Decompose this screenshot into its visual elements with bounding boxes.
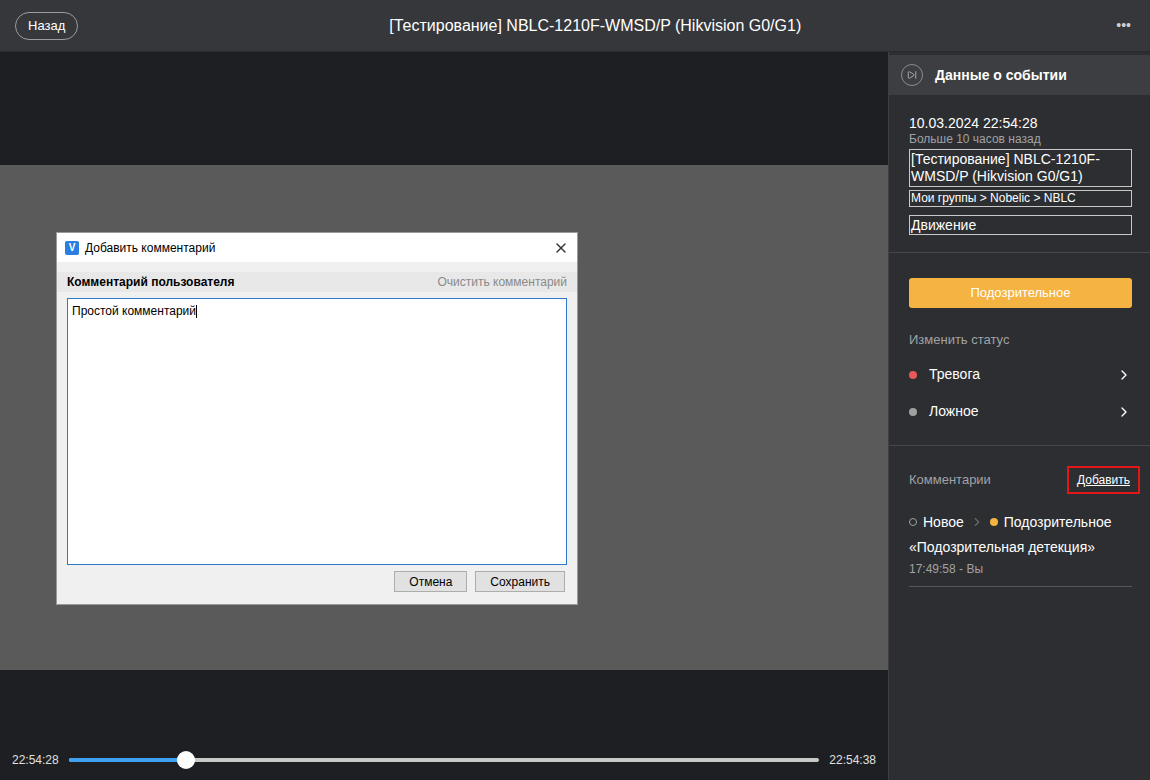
status-dot bbox=[909, 371, 917, 379]
timeline-track[interactable] bbox=[69, 758, 820, 762]
status-option[interactable]: Тревога bbox=[909, 364, 1132, 386]
chevron-icon bbox=[1116, 367, 1132, 383]
dialog-button[interactable]: Отмена bbox=[394, 571, 467, 592]
event-type: Движение bbox=[909, 215, 1132, 235]
panel-title: Данные о событии bbox=[935, 65, 1067, 86]
app: Назад[Тестирование] NBLC-1210F-WMSD/P (H… bbox=[0, 0, 1150, 780]
event-path: Мои группы > Nobelic > NBLC bbox=[909, 190, 1132, 207]
comment-text: «Подозрительная детекция» bbox=[909, 537, 1132, 558]
event-info: 10.03.2024 22:54:28Больше 10 часов назад… bbox=[889, 95, 1150, 253]
back-button[interactable]: Назад bbox=[15, 12, 78, 40]
clear-comment-button[interactable]: Очистить комментарий bbox=[437, 273, 567, 291]
change-status-label: Изменить статус bbox=[909, 330, 1132, 350]
comments-header: КомментарииДобавить bbox=[909, 466, 1132, 494]
add-comment-button[interactable]: Добавить bbox=[1067, 466, 1140, 494]
status-button[interactable]: Подозрительное bbox=[909, 278, 1132, 308]
timeline-end: 22:54:38 bbox=[829, 751, 876, 769]
top-bar: Назад[Тестирование] NBLC-1210F-WMSD/P (H… bbox=[0, 0, 1150, 52]
timeline: 22:54:28 22:54:38 bbox=[0, 740, 888, 780]
event-panel: Данные о событии 10.03.2024 22:54:28Больш… bbox=[888, 52, 1150, 780]
status-list: Тревога Ложное bbox=[909, 364, 1132, 423]
event-camera: [Тестирование] NBLC-1210F-WMSD/P (Hikvis… bbox=[909, 149, 1132, 187]
dialog-buttons: Отмена Сохранить bbox=[57, 571, 577, 592]
timeline-start: 22:54:28 bbox=[12, 751, 59, 769]
comment-meta: 17:49:58 - Вы bbox=[909, 560, 1132, 578]
timeline-fill bbox=[69, 758, 186, 762]
comment-dialog: VДобавить комментарий Комментарий пользов… bbox=[56, 232, 578, 605]
dialog-section-header: Комментарий пользователяОчистить коммент… bbox=[57, 272, 577, 292]
event-datetime: 10.03.2024 22:54:28 bbox=[909, 115, 1130, 131]
status-dot bbox=[909, 408, 917, 416]
to-dot bbox=[990, 518, 998, 526]
close-icon[interactable] bbox=[553, 240, 569, 256]
skip-icon[interactable] bbox=[901, 64, 923, 86]
chevron-icon bbox=[1116, 404, 1132, 420]
arrow-icon bbox=[970, 515, 984, 529]
comments-section: КомментарииДобавить НовоеПодозрительное«П… bbox=[889, 446, 1150, 587]
app-logo: V bbox=[65, 241, 79, 255]
comment-entry: НовоеПодозрительное«Подозрительная детек… bbox=[909, 512, 1132, 587]
status-section: Подозрительное Изменить статус Тревога Ложн… bbox=[889, 253, 1150, 446]
dialog-button[interactable]: Сохранить bbox=[475, 571, 565, 592]
panel-header: Данные о событии bbox=[889, 55, 1150, 95]
window-title: [Тестирование] NBLC-1210F-WMSD/P (Hikvis… bbox=[78, 14, 1112, 38]
from-dot bbox=[909, 518, 917, 526]
menu-button[interactable]: ••• bbox=[1112, 15, 1135, 36]
timeline-knob[interactable] bbox=[177, 751, 195, 769]
dialog-title-bar: VДобавить комментарий bbox=[57, 233, 577, 262]
status-option[interactable]: Ложное bbox=[909, 401, 1132, 423]
event-relative: Больше 10 часов назад bbox=[909, 131, 1130, 147]
comment-textarea[interactable]: Простой комментарий bbox=[67, 298, 567, 565]
